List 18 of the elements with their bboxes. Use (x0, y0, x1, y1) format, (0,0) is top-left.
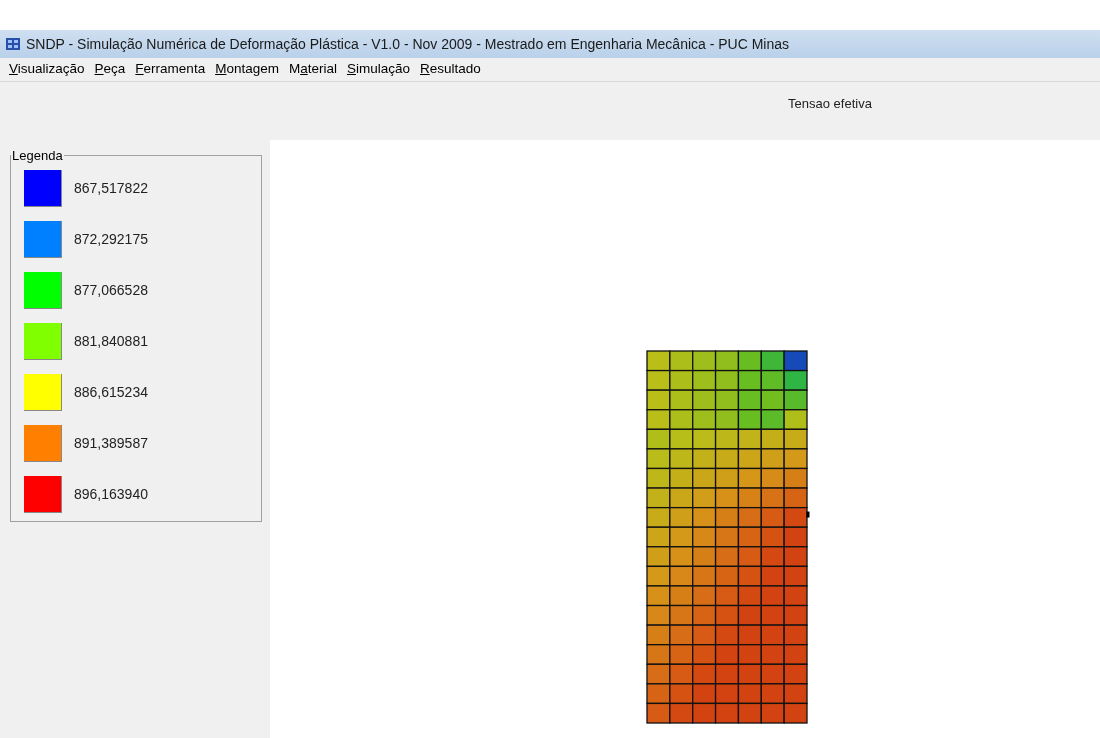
menu-item[interactable]: Montagem (210, 59, 284, 80)
plot-title: Tensao efetiva (788, 95, 872, 113)
legend-title: Legenda (11, 147, 64, 165)
menu-item[interactable]: Ferramenta (130, 59, 211, 80)
legend-value: 877,066528 (74, 280, 148, 300)
menu-item[interactable]: Simulação (341, 59, 415, 80)
legend-value: 891,389587 (74, 433, 148, 453)
legend-value: 896,163940 (74, 484, 148, 504)
window-title: SNDP - Simulação Numérica de Deformação Plástica - V1.0 - Nov 2009 - Mestrado em Engenharia Mecânica - PUC Minas (26, 34, 790, 54)
app-icon (6, 37, 20, 51)
menu-item[interactable]: Material (283, 59, 342, 80)
menu-item[interactable]: Visualização (4, 59, 90, 80)
legend-value: 881,840881 (74, 331, 148, 351)
legend-value: 867,517822 (74, 178, 148, 198)
menu-item[interactable]: Resultado (415, 59, 486, 80)
legend-value: 872,292175 (74, 229, 148, 249)
legend-value: 886,615234 (74, 382, 148, 402)
menu-item[interactable]: Peça (89, 59, 131, 80)
